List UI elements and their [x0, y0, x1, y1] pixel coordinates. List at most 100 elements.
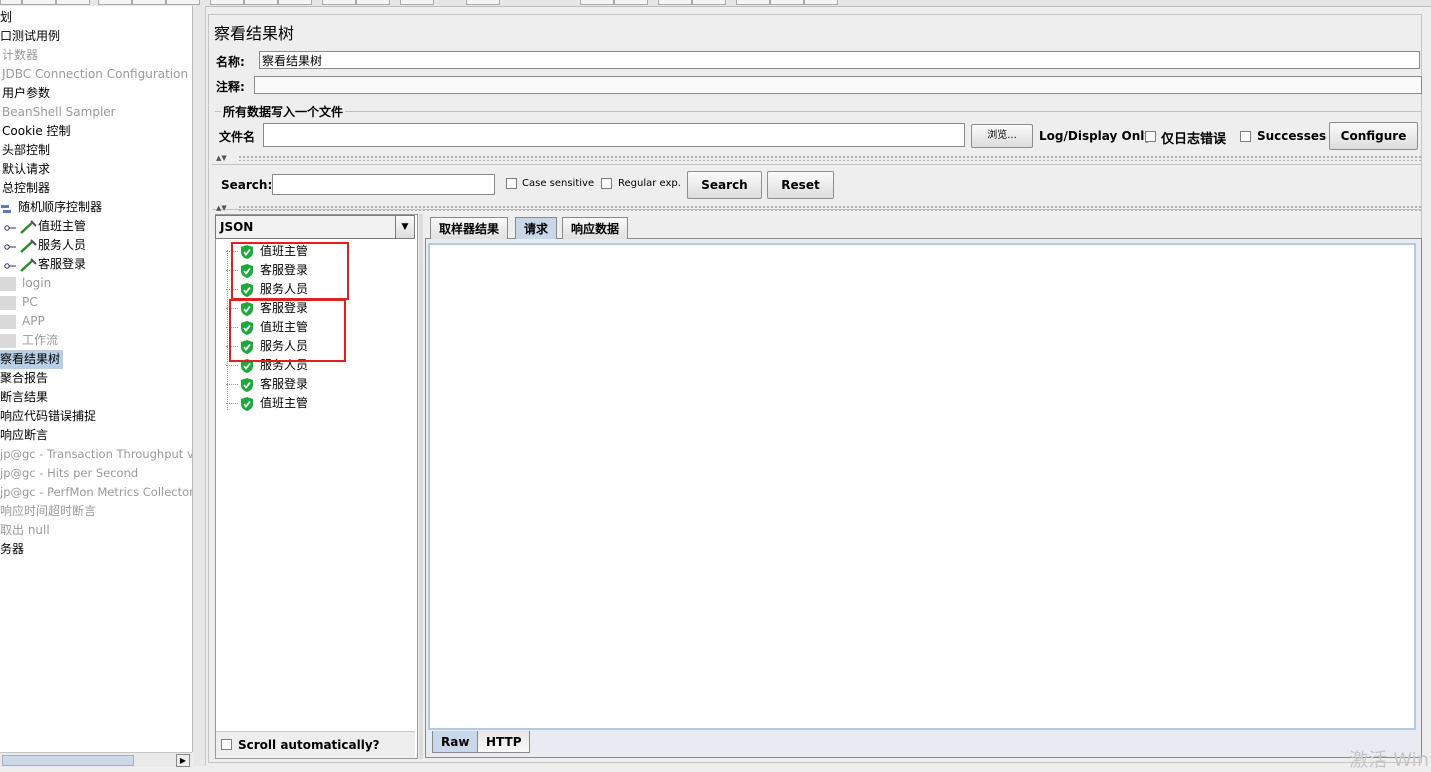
- disabled-controller-icon: [0, 314, 16, 329]
- toolbar-button[interactable]: [658, 0, 692, 5]
- scroll-auto-checkbox[interactable]: [221, 739, 232, 750]
- toolbar-button[interactable]: [804, 0, 838, 5]
- toolbar-button[interactable]: [244, 0, 278, 5]
- renderer-select[interactable]: JSON ▼: [215, 215, 415, 239]
- tree-node-disabled[interactable]: PC: [0, 293, 38, 312]
- tree-node[interactable]: 口测试用例: [0, 27, 60, 46]
- toolbar-button[interactable]: [132, 0, 166, 5]
- errors-only-label: 仅日志错误: [1161, 132, 1227, 147]
- vertical-splitter[interactable]: [193, 6, 206, 766]
- toolbar-button[interactable]: [0, 0, 22, 5]
- search-input[interactable]: [272, 174, 495, 195]
- tree-node[interactable]: jp@gc - Hits per Second: [0, 464, 138, 483]
- tree-node-sampler[interactable]: 值班主管: [4, 217, 86, 236]
- toolbar-button[interactable]: [98, 0, 132, 5]
- name-label: 名称:: [216, 55, 245, 69]
- toolbar-button[interactable]: [22, 0, 56, 5]
- toolbar-button[interactable]: [400, 0, 434, 5]
- annotation-highlight-box: [231, 242, 349, 300]
- collapse-arrows-icon[interactable]: ▲▼: [216, 205, 227, 212]
- tree-node-disabled[interactable]: 工作流: [0, 331, 58, 350]
- request-text-area[interactable]: [428, 243, 1416, 730]
- toolbar-button[interactable]: [466, 0, 500, 5]
- tree-toggle-icon[interactable]: [4, 221, 18, 233]
- tree-node[interactable]: 响应代码错误捕捉: [0, 407, 96, 426]
- browse-button[interactable]: 浏览...: [971, 124, 1033, 148]
- results-splitter[interactable]: [419, 214, 423, 759]
- tree-toggle-icon[interactable]: [4, 259, 18, 271]
- reset-button[interactable]: Reset: [767, 171, 834, 199]
- disabled-controller-icon: [0, 276, 16, 291]
- name-field[interactable]: 察看结果树: [259, 51, 1420, 69]
- tree-toggle-icon[interactable]: [4, 240, 18, 252]
- splitter-grip[interactable]: [238, 205, 1421, 211]
- toolbar-button[interactable]: [322, 0, 356, 5]
- successes-checkbox[interactable]: [1240, 131, 1251, 142]
- left-tree-horizontal-scrollbar[interactable]: ▶: [0, 752, 192, 767]
- pipette-sampler-icon: [18, 219, 38, 235]
- case-sensitive-checkbox[interactable]: [506, 178, 517, 189]
- tab-sampler-result[interactable]: 取样器结果: [430, 217, 509, 239]
- success-shield-icon: [241, 397, 253, 411]
- toolbar-button[interactable]: [580, 0, 614, 5]
- tree-node[interactable]: 划: [0, 8, 12, 27]
- collapse-arrows-icon[interactable]: ▲▼: [216, 155, 227, 162]
- success-shield-icon: [241, 378, 253, 392]
- scroll-right-arrow-icon[interactable]: ▶: [176, 754, 190, 767]
- tree-node[interactable]: 头部控制: [2, 141, 50, 160]
- filename-input[interactable]: [263, 123, 965, 147]
- tree-node[interactable]: Cookie 控制: [2, 122, 71, 141]
- tree-node-disabled[interactable]: login: [0, 274, 51, 293]
- tab-raw[interactable]: Raw: [432, 731, 479, 753]
- tree-node-disabled[interactable]: APP: [0, 312, 45, 331]
- successes-label: Successes: [1257, 129, 1327, 143]
- annotation-highlight-box: [229, 299, 346, 362]
- page-title: 察看结果树: [214, 24, 295, 43]
- pipette-sampler-icon: [18, 257, 38, 273]
- configure-button[interactable]: Configure: [1329, 122, 1418, 150]
- tree-node[interactable]: 取出 null: [0, 521, 50, 540]
- toolbar-button[interactable]: [770, 0, 804, 5]
- comment-field[interactable]: [254, 76, 1422, 94]
- toolbar-button[interactable]: [692, 0, 726, 5]
- tab-http[interactable]: HTTP: [477, 731, 531, 753]
- regex-checkbox[interactable]: [601, 178, 612, 189]
- toolbar-button[interactable]: [356, 0, 390, 5]
- tree-node[interactable]: JDBC Connection Configuration: [2, 65, 188, 84]
- renderer-value: JSON: [220, 220, 254, 234]
- toolbar-button[interactable]: [210, 0, 244, 5]
- tab-request[interactable]: 请求: [515, 217, 558, 239]
- tree-node-view-results-tree[interactable]: 察看结果树: [0, 350, 64, 369]
- comment-label: 注释:: [216, 80, 245, 94]
- tree-node[interactable]: 默认请求: [2, 160, 50, 179]
- tree-node-random-order-controller[interactable]: 随机顺序控制器: [0, 198, 102, 217]
- splitter-grip[interactable]: [238, 155, 1421, 161]
- tree-node[interactable]: 响应时间超时断言: [0, 502, 96, 521]
- tree-node[interactable]: BeanShell Sampler: [2, 103, 116, 122]
- scrollbar-thumb[interactable]: [2, 755, 134, 766]
- toolbar-button[interactable]: [736, 0, 770, 5]
- tab-response-data[interactable]: 响应数据: [562, 217, 629, 239]
- toolbar-button[interactable]: [278, 0, 312, 5]
- filename-label: 文件名: [219, 130, 256, 144]
- toolbar-button[interactable]: [166, 0, 200, 5]
- tree-node-sampler[interactable]: 服务人员: [4, 236, 86, 255]
- tree-node[interactable]: 计数器: [2, 46, 38, 65]
- toolbar-button[interactable]: [614, 0, 648, 5]
- tree-node[interactable]: jp@gc - Transaction Throughput vs: [0, 445, 192, 464]
- pipette-sampler-icon: [18, 238, 38, 254]
- tree-node[interactable]: 用户参数: [2, 84, 50, 103]
- tree-node[interactable]: 总控制器: [2, 179, 50, 198]
- case-sensitive-label: Case sensitive: [522, 178, 595, 189]
- tree-node-sampler[interactable]: 客服登录: [4, 255, 86, 274]
- search-button[interactable]: Search: [687, 171, 762, 199]
- tree-node[interactable]: 务器: [0, 540, 24, 559]
- chevron-down-icon[interactable]: ▼: [395, 216, 414, 238]
- tree-node[interactable]: 响应断言: [0, 426, 48, 445]
- tree-node[interactable]: jp@gc - PerfMon Metrics Collector: [0, 483, 192, 502]
- test-plan-tree: 划 口测试用例 计数器 JDBC Connection Configuratio…: [0, 6, 193, 752]
- tree-node[interactable]: 断言结果: [0, 388, 48, 407]
- errors-only-checkbox[interactable]: [1145, 131, 1156, 142]
- tree-node[interactable]: 聚合报告: [0, 369, 48, 388]
- toolbar-button[interactable]: [56, 0, 90, 5]
